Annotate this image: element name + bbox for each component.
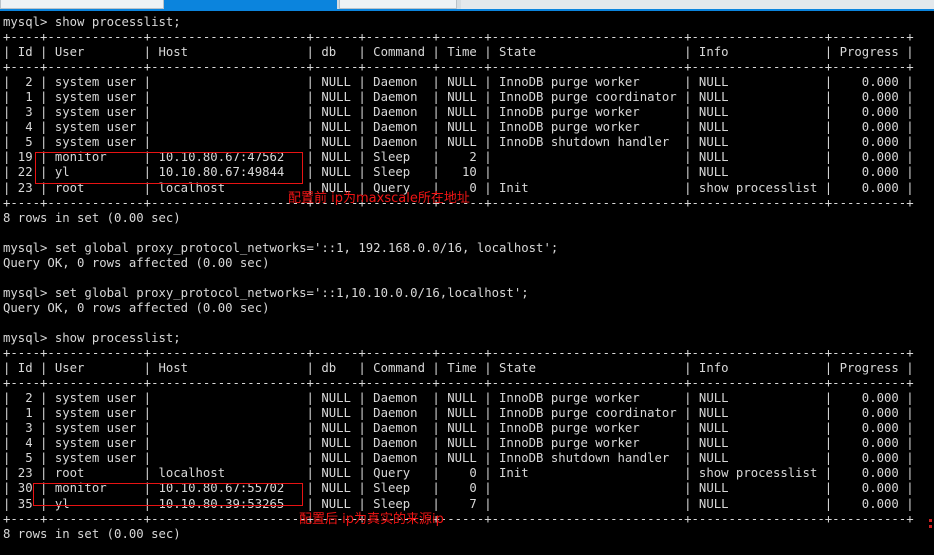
tab-right-panel[interactable]	[339, 0, 457, 9]
annotation-before: 配置前 ip为maxscale所在地址	[288, 191, 470, 206]
terminal-line: | 4 | system user | | NULL | Daemon | NU…	[3, 436, 914, 451]
terminal-line: +----+-------------+--------------------…	[3, 376, 914, 391]
terminal-line: | 1 | system user | | NULL | Daemon | NU…	[3, 406, 914, 421]
terminal-line: | 4 | system user | | NULL | Daemon | NU…	[3, 120, 914, 135]
annotation-after: 配置后 ip为真实的来源ip	[299, 512, 444, 527]
screenshot-root: mysql> show processlist; +----+----------…	[0, 0, 934, 555]
terminal-line: Query OK, 0 rows affected (0.00 sec)	[3, 255, 270, 270]
tab-left[interactable]	[0, 0, 164, 9]
terminal-line: | 2 | system user | | NULL | Daemon | NU…	[3, 391, 914, 406]
terminal-line: 8 rows in set (0.00 sec)	[3, 210, 181, 225]
terminal-line: | Id | User | Host | db | Command | Time…	[3, 361, 914, 376]
terminal-line: +----+-------------+--------------------…	[3, 30, 914, 45]
terminal-line: | 3 | system user | | NULL | Daemon | NU…	[3, 421, 914, 436]
scroll-marker-upper	[929, 519, 932, 522]
terminal-line: 8 rows in set (0.00 sec)	[3, 526, 181, 541]
terminal-line: +----+-------------+--------------------…	[3, 60, 914, 75]
terminal-line: | 5 | system user | | NULL | Daemon | NU…	[3, 451, 914, 466]
terminal-output[interactable]: mysql> show processlist; +----+----------…	[0, 11, 934, 555]
scroll-marker-lower	[929, 525, 932, 528]
terminal-line: | 2 | system user | | NULL | Daemon | NU…	[3, 75, 914, 90]
terminal-line: | 1 | system user | | NULL | Daemon | NU…	[3, 90, 914, 105]
terminal-line: | 35 | yl | 10.10.80.39:53265 | NULL | S…	[3, 496, 914, 511]
terminal-line: mysql> show processlist;	[3, 15, 181, 29]
terminal-line: mysql> set global proxy_protocol_network…	[3, 285, 529, 300]
terminal-line: | 3 | system user | | NULL | Daemon | NU…	[3, 105, 914, 120]
terminal-line: | 5 | system user | | NULL | Daemon | NU…	[3, 135, 914, 150]
terminal-line: | 30 | monitor | 10.10.80.67:55702 | NUL…	[3, 481, 914, 496]
terminal-line: Query OK, 0 rows affected (0.00 sec)	[3, 300, 270, 315]
terminal-line: mysql> show processlist;	[3, 330, 181, 345]
tab-spacer	[461, 0, 934, 9]
terminal-line: +----+-------------+--------------------…	[3, 346, 914, 361]
tab-active-session[interactable]	[164, 0, 337, 9]
terminal-line: | 22 | yl | 10.10.80.67:49844 | NULL | S…	[3, 165, 914, 180]
browser-tab-strip	[0, 0, 934, 11]
terminal-line: +----+-------------+--------------------…	[3, 511, 914, 526]
terminal-line: | 23 | root | localhost | NULL | Query |…	[3, 466, 914, 481]
terminal-line: mysql> set global proxy_protocol_network…	[3, 240, 559, 255]
terminal-line: | Id | User | Host | db | Command | Time…	[3, 45, 914, 60]
terminal-line: | 19 | monitor | 10.10.80.67:47562 | NUL…	[3, 150, 914, 165]
